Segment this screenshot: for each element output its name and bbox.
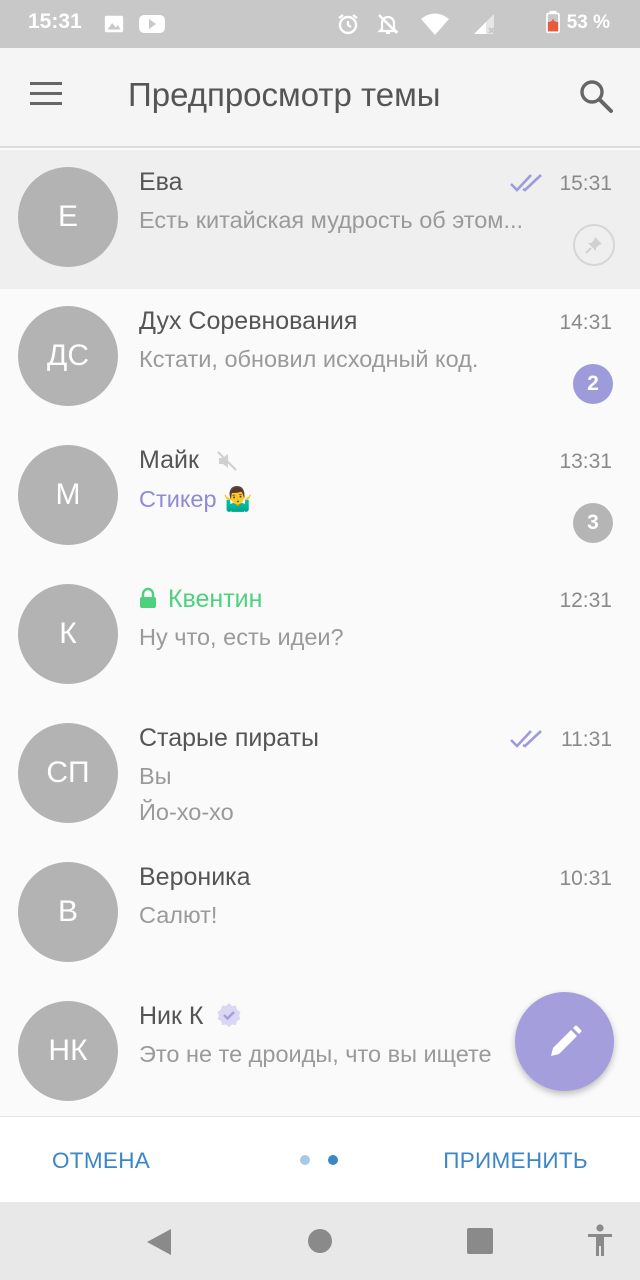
youtube-icon	[139, 15, 165, 33]
recents-icon[interactable]	[467, 1228, 493, 1254]
chat-name: Ник К	[139, 1002, 204, 1030]
compose-button[interactable]	[515, 992, 614, 1091]
avatar: ДС	[18, 306, 118, 406]
app-toolbar: Предпросмотр темы	[0, 48, 640, 148]
chat-name: Вероника	[139, 863, 251, 891]
chat-name: Старые пираты	[139, 724, 320, 752]
status-time: 15:31	[28, 10, 82, 33]
search-icon[interactable]	[576, 76, 616, 116]
chat-list[interactable]: Е Ева 15:31 Есть китайская мудрость об э…	[0, 150, 640, 1116]
avatar: НК	[18, 1001, 118, 1101]
page-title: Предпросмотр темы	[128, 76, 441, 113]
chat-message: Стикер	[139, 486, 217, 512]
chat-message: Есть китайская мудрость об этом...	[139, 207, 524, 233]
chat-row-kventin[interactable]: К Квентин 12:31 Ну что, есть идеи?	[0, 567, 640, 706]
chat-message: Это не те дроиды, что вы ищете	[139, 1041, 492, 1067]
unread-badge: 3	[573, 503, 613, 543]
chat-message: Йо-хо-хо	[139, 799, 234, 825]
avatar: К	[18, 584, 118, 684]
avatar: В	[18, 862, 118, 962]
menu-icon[interactable]	[30, 82, 68, 112]
wifi-icon	[421, 13, 449, 35]
home-icon[interactable]	[307, 1228, 333, 1254]
chat-name-container: Майк	[139, 446, 238, 475]
chat-time: 14:31	[559, 311, 612, 334]
battery-saver-icon	[546, 10, 560, 34]
page-dot-1	[300, 1155, 310, 1165]
status-bar: 15:31 53 %	[0, 0, 640, 48]
apply-button[interactable]: ПРИМЕНИТЬ	[443, 1148, 588, 1174]
verified-icon	[217, 1003, 241, 1028]
cancel-button[interactable]: ОТМЕНА	[52, 1148, 150, 1174]
chat-name: Майк	[139, 446, 199, 474]
back-icon[interactable]	[145, 1227, 173, 1257]
signal-icon	[474, 14, 495, 34]
chat-row-eva[interactable]: Е Ева 15:31 Есть китайская мудрость об э…	[0, 150, 640, 289]
chat-row-starye-piraty[interactable]: СП Старые пираты 11:31 Вы Йо-хо-хо	[0, 706, 640, 845]
chat-name-container: Ник К	[139, 1002, 242, 1031]
message-sender: Вы	[139, 763, 172, 789]
chat-time: 11:31	[561, 728, 612, 751]
unread-badge: 2	[573, 364, 613, 404]
muted-icon	[217, 451, 237, 472]
chat-row-mike[interactable]: М Майк 13:31 Стикер 🤷‍♂️ 3	[0, 428, 640, 567]
chat-name-container: Квентин	[139, 585, 262, 614]
chat-message: Ну что, есть идеи?	[139, 624, 344, 650]
image-icon	[104, 15, 124, 33]
lock-icon	[140, 587, 156, 608]
chat-name: Ева	[139, 168, 183, 196]
avatar: СП	[18, 723, 118, 823]
avatar: Е	[18, 167, 118, 267]
double-check-icon	[510, 174, 542, 192]
chat-name: Квентин	[167, 585, 263, 613]
alarm-icon	[338, 14, 358, 35]
theme-action-bar: ОТМЕНА ПРИМЕНИТЬ	[0, 1116, 640, 1202]
chat-message: Салют!	[139, 902, 218, 928]
chat-time: 10:31	[559, 867, 612, 890]
chat-row-veronika[interactable]: В Вероника 10:31 Салют!	[0, 845, 640, 984]
chat-time: 15:31	[559, 172, 612, 195]
chat-message: Кстати, обновил исходный код.	[139, 346, 479, 372]
chat-time: 13:31	[559, 450, 612, 473]
chat-row-dukh-sorevnovaniya[interactable]: ДС Дух Соревнования 14:31 Кстати, обнови…	[0, 289, 640, 428]
avatar: М	[18, 445, 118, 545]
telegram-theme-preview-screen: 15:31 53 % Предпросмотр темы Е Ева 15:31…	[0, 0, 640, 1280]
system-nav-bar	[0, 1202, 640, 1280]
pencil-icon	[550, 1025, 581, 1056]
double-check-icon	[510, 730, 542, 748]
battery-percent: 53 %	[566, 12, 610, 33]
chat-message-container: Стикер 🤷‍♂️	[139, 485, 559, 513]
accessibility-icon[interactable]	[586, 1224, 614, 1258]
pin-icon	[573, 224, 615, 266]
chat-name: Дух Соревнования	[139, 307, 358, 335]
page-dot-2	[328, 1155, 338, 1165]
notifications-off-icon	[377, 14, 399, 34]
chat-time: 12:31	[559, 589, 612, 612]
sticker-emoji: 🤷‍♂️	[223, 486, 253, 512]
